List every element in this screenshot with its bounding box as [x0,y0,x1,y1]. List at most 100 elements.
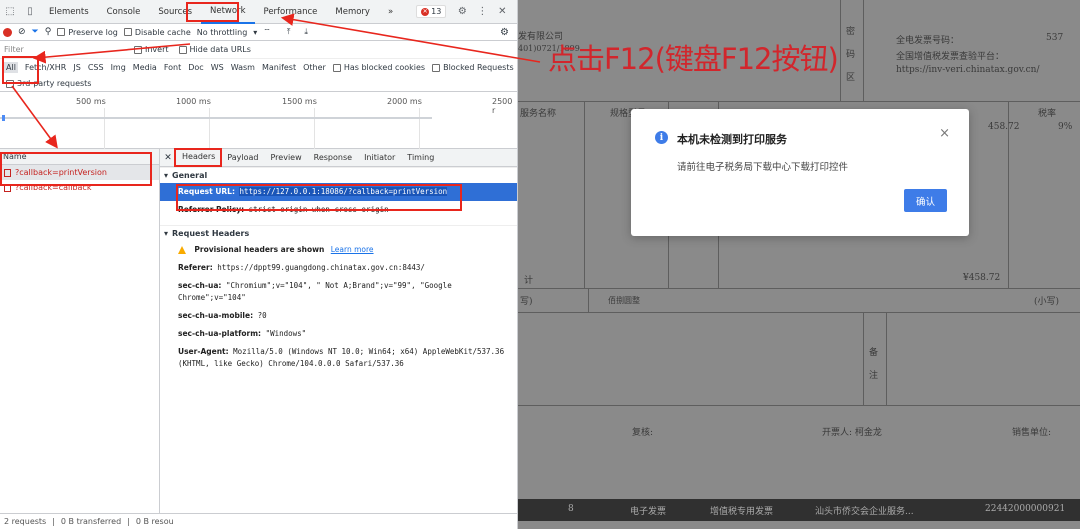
type-filter-ws[interactable]: WS [211,63,224,72]
invoice-gridline [863,0,864,101]
type-filter-doc[interactable]: Doc [188,63,203,72]
invoice-reviewer: 复核: [632,428,654,438]
invoice-capital-label: (小写) [1034,297,1060,307]
tab-elements[interactable]: Elements [40,0,98,24]
record-icon[interactable] [3,27,12,37]
tab-memory[interactable]: Memory [326,0,379,24]
more-options-icon[interactable]: ⋮ [472,0,492,24]
close-icon[interactable]: × [939,126,950,141]
network-settings-gear-icon[interactable]: ⚙ [500,27,509,38]
dialog-message: 请前往电子税务局下载中心下载打印控件 [677,162,849,173]
export-har-icon[interactable]: ⤓ [304,27,308,37]
invoice-gridline [518,405,1080,406]
annotation-box-network-tab [186,2,239,22]
filter-input[interactable]: Filter [4,45,124,54]
annotation-instruction: 点击F12(键盘F12按钮) [548,42,839,76]
status-resources: 0 B resou [135,517,174,526]
row-type: 电子发票 [630,507,667,517]
filter-row: Filter Invert Hide data URLs [0,41,517,59]
tab-initiator[interactable]: Initiator [358,149,401,167]
error-icon: ✕ [421,7,430,16]
third-party-row: 3rd-party requests [0,76,517,92]
dialog-title: 本机未检测到打印服务 [677,133,787,146]
invoice-seller: 销售单位: [1012,428,1052,438]
tab-preview[interactable]: Preview [265,149,308,167]
invoice-number-label: 全电发票号码： [896,36,960,46]
network-conditions-icon[interactable]: ⌔ [263,27,271,37]
type-filter-wasm[interactable]: Wasm [231,63,255,72]
invoice-platform-label: 全国增值税发票查验平台： [896,52,1005,62]
blocked-requests-checkbox[interactable]: Blocked Requests [432,63,514,72]
timeline-tick: 2500 r [492,97,513,115]
network-timeline-overview[interactable]: 500 ms 1000 ms 1500 ms 2000 ms 2500 r [0,92,517,149]
invert-checkbox[interactable]: Invert [134,45,169,54]
general-section-header[interactable]: ▾ General [160,167,517,183]
settings-gear-icon[interactable]: ⚙ [452,0,472,24]
header-value: "Windows" [265,329,307,338]
header-value: ?0 [257,311,267,320]
filter-funnel-icon[interactable]: ⏷ [32,27,39,37]
learn-more-link[interactable]: Learn more [331,245,374,254]
throttling-select[interactable]: No throttling [197,28,248,37]
timeline-gridline [314,108,315,149]
type-filter-media[interactable]: Media [133,63,157,72]
tab-response[interactable]: Response [308,149,358,167]
type-filter-css[interactable]: CSS [88,63,104,72]
hide-data-urls-checkbox[interactable]: Hide data URLs [178,45,251,54]
tab-payload[interactable]: Payload [221,149,264,167]
invoice-remark2: 注 [869,371,879,381]
network-status-bar: 2 requests | 0 B transferred | 0 B resou [0,513,517,529]
device-toolbar-icon[interactable]: ▯ [20,0,40,24]
invoice-amount: 458.72 [988,122,1020,132]
invoice-capital-left: 写) [520,297,533,307]
collapse-triangle-icon: ▾ [164,171,169,180]
inspect-element-icon[interactable]: ⬚ [0,0,20,24]
header-row-user-agent: User-Agent: Mozilla/5.0 (Windows NT 10.0… [160,343,517,373]
preserve-log-checkbox[interactable]: Preserve log [57,28,118,37]
dimmed-invoice-page: 发有限公司 401)0721/1899 密 码 区 全电发票号码： 537 全国… [518,0,1080,529]
type-filter-other[interactable]: Other [303,63,326,72]
tab-console[interactable]: Console [98,0,150,24]
header-key: sec-ch-ua: [178,281,222,290]
preserve-log-label: Preserve log [68,27,118,37]
header-key: sec-ch-ua-platform: [178,329,262,338]
type-filter-img[interactable]: Img [111,63,126,72]
header-row-referer: Referer: https://dppt99.guangdong.chinat… [160,259,517,277]
annotation-box-headers-tab [174,148,222,167]
throttling-dropdown-icon[interactable]: ▾ [253,28,257,37]
header-row-sec-ch-ua-platform: sec-ch-ua-platform: "Windows" [160,325,517,343]
import-har-icon[interactable]: ⤒ [287,27,291,37]
request-headers-title: Request Headers [172,229,250,238]
type-filter-js[interactable]: JS [73,63,80,72]
invoice-platform-url: https://inv-veri.chinatax.gov.cn/ [896,65,1040,75]
clear-icon[interactable]: ⊘ [18,27,26,37]
invoice-gridline [588,288,589,312]
invoice-tax-rate: 9% [1058,122,1073,132]
hide-data-urls-label: Hide data URLs [189,45,251,54]
type-filter-manifest[interactable]: Manifest [262,63,296,72]
type-filter-font[interactable]: Font [164,63,181,72]
invoice-settle-text: 佰捌圆整 [608,296,640,305]
confirm-button[interactable]: 确认 [904,189,947,212]
invoice-gridline [584,101,585,288]
invoice-col-item: 服务名称 [520,109,557,119]
tab-timing[interactable]: Timing [401,149,440,167]
disable-cache-checkbox[interactable]: Disable cache [123,28,191,37]
tab-performance[interactable]: Performance [255,0,327,24]
timeline-tick: 1500 ms [282,97,317,106]
timeline-tick: 500 ms [76,97,106,106]
search-icon[interactable]: ⚲ [45,27,52,37]
header-key: sec-ch-ua-mobile: [178,311,254,320]
close-devtools-icon[interactable]: ✕ [492,0,512,24]
invoice-issuer: 开票人: 柯金龙 [822,428,882,438]
print-service-dialog: i 本机未检测到打印服务 × 请前往电子税务局下载中心下载打印控件 确认 [631,109,969,236]
error-count-badge[interactable]: ✕ 13 [416,5,447,18]
invoice-gridline [518,101,1080,102]
timeline-range-bar [0,117,432,119]
provisional-warning-text: Provisional headers are shown [194,245,325,254]
invoice-list-row[interactable]: 8 电子发票 增值税专用发票 汕头市侨交会企业服务... 22442000000… [518,499,1080,521]
has-blocked-cookies-checkbox[interactable]: Has blocked cookies [332,63,425,72]
warning-icon [178,246,186,254]
request-headers-section-header[interactable]: ▾ Request Headers [160,225,517,241]
more-tabs-button[interactable]: » [379,0,402,24]
